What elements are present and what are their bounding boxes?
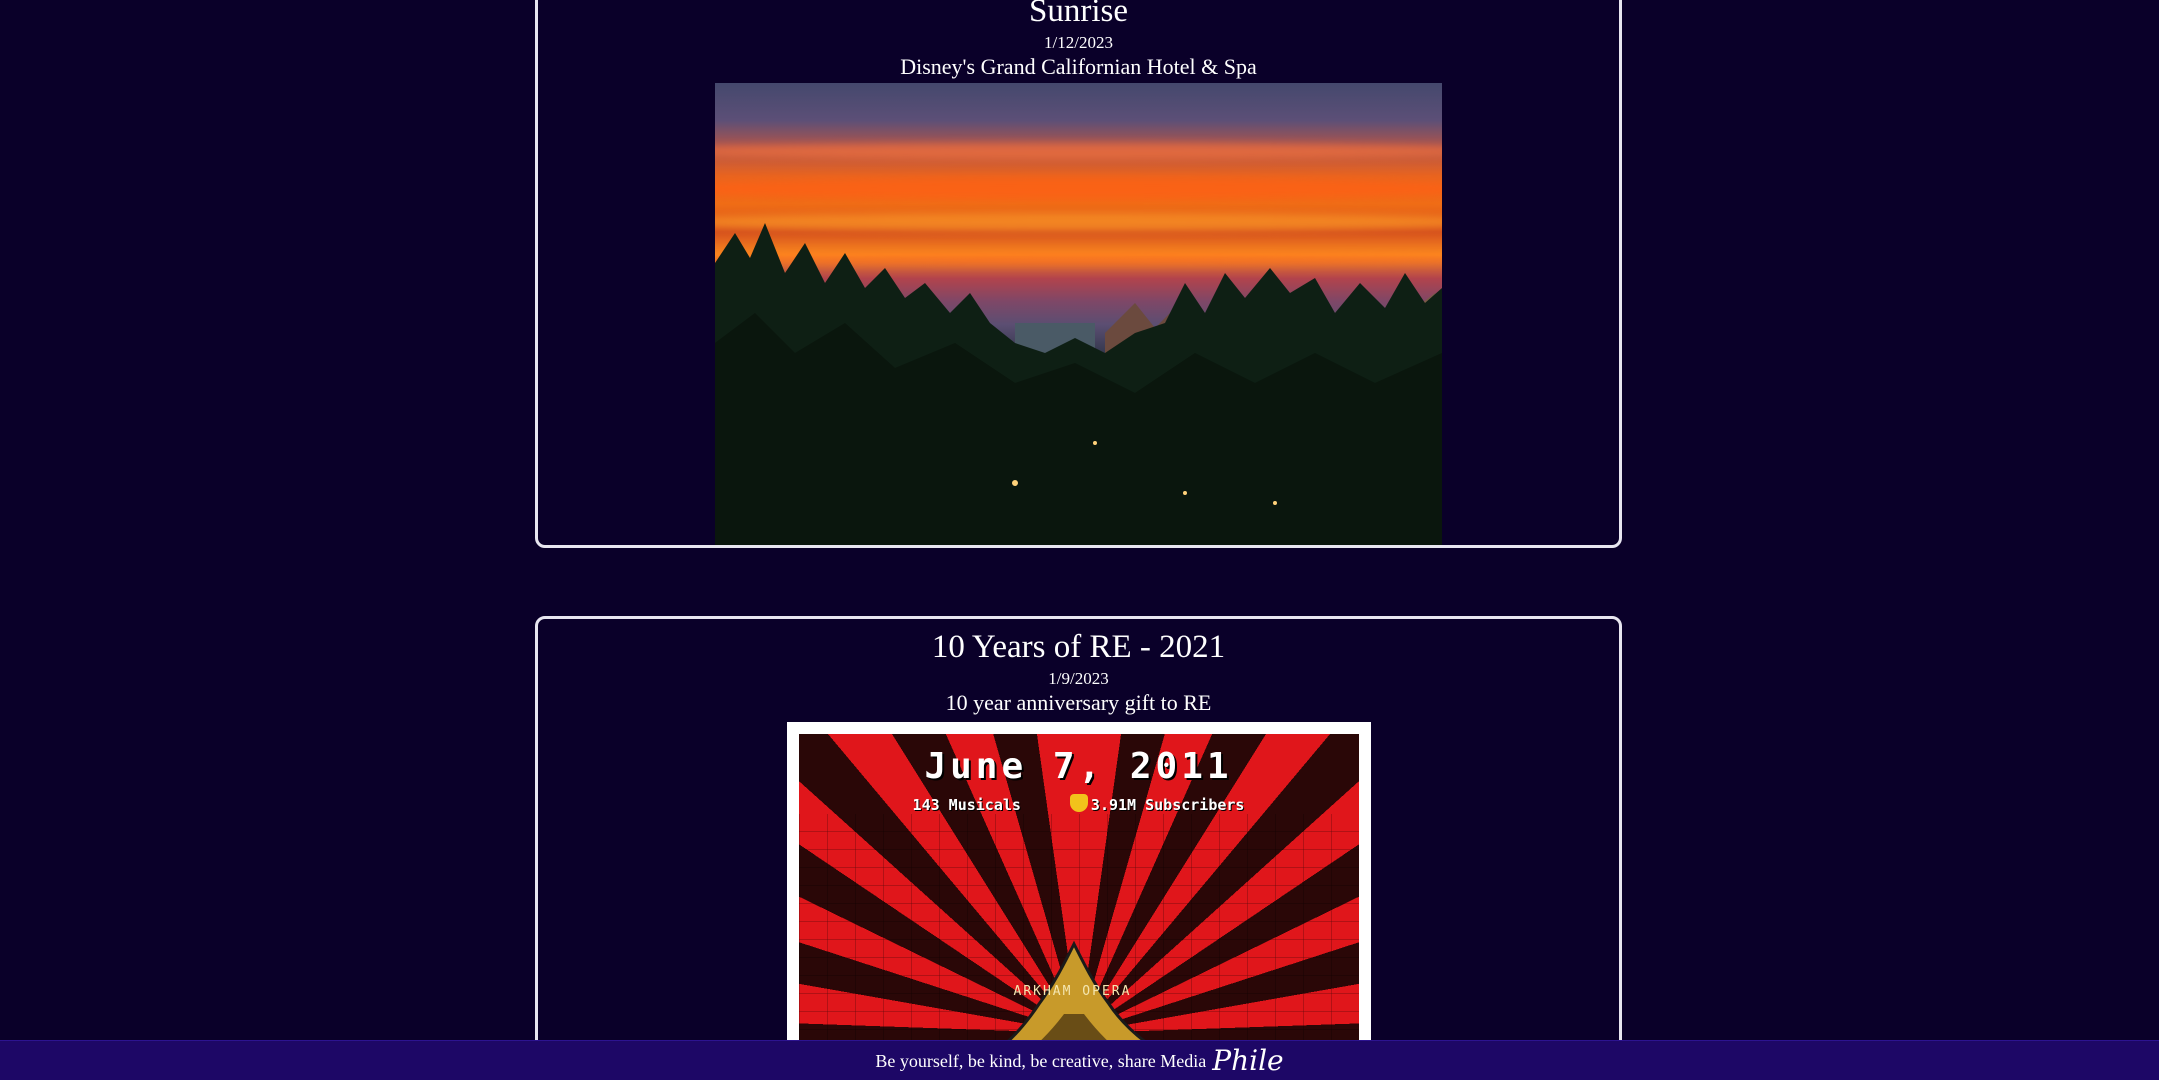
poster-caption: ARKHAM OPERA (1013, 984, 1132, 999)
post-card-sunrise: Sunrise 1/12/2023 Disney's Grand Califor… (535, 0, 1622, 548)
poster-subscribers: 3.91M Subscribers (1090, 796, 1245, 814)
post-description: 10 year anniversary gift to RE (945, 690, 1212, 715)
footer: Be yourself, be kind, be creative, share… (0, 1040, 2159, 1080)
post-title: 10 Years of RE - 2021 (931, 629, 1226, 665)
poster-stats: 143 Musicals 3.91M Subscribers (799, 794, 1359, 814)
post-card-anniversary: 10 Years of RE - 2021 1/9/2023 10 year a… (535, 616, 1622, 1080)
anniversary-poster[interactable]: June 7, 2011 143 Musicals 3.91M Subscrib… (786, 722, 1371, 1062)
poster-musicals: 143 Musicals (912, 796, 1021, 814)
footer-brand-logo[interactable]: Phile (1212, 1047, 1283, 1075)
tree-silhouette (715, 223, 1442, 545)
poster-image: June 7, 2011 143 Musicals 3.91M Subscrib… (798, 734, 1359, 1062)
post-date: 1/9/2023 (1048, 669, 1109, 688)
footer-text: Be yourself, be kind, be creative, share… (875, 1050, 1207, 1071)
theater-mask-icon (1069, 794, 1088, 812)
post-description: Disney's Grand Californian Hotel & Spa (900, 54, 1257, 79)
post-date: 1/12/2023 (1044, 33, 1113, 52)
sunrise-photo[interactable] (715, 83, 1442, 545)
poster-headline: June 7, 2011 (924, 746, 1233, 787)
post-title: Sunrise (1029, 0, 1128, 29)
page: Sunrise 1/12/2023 Disney's Grand Califor… (0, 0, 2159, 1080)
